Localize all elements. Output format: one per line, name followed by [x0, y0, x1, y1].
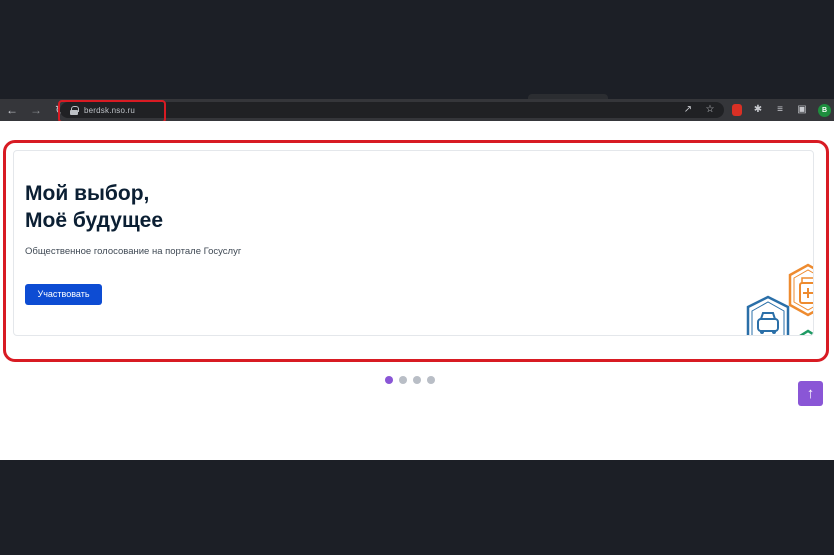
banner-highlight-box — [3, 140, 829, 362]
puzzle-icon[interactable]: ✱ — [752, 104, 764, 116]
share-icon[interactable]: ↗ — [682, 104, 694, 116]
extensions-area: ✱ ≡ ▣ B — [732, 102, 831, 118]
carousel-dot-2[interactable] — [399, 376, 407, 384]
star-icon[interactable]: ☆ — [704, 104, 716, 116]
screen: ← → ↻ berdsk.nso.ru ↗ ☆ ✱ ≡ ▣ B Мой выбо… — [0, 0, 834, 555]
forward-icon[interactable]: → — [28, 102, 44, 118]
back-icon[interactable]: ← — [4, 102, 20, 118]
sidebar-icon[interactable]: ▣ — [796, 104, 808, 116]
carousel-dot-4[interactable] — [427, 376, 435, 384]
url-highlight-box — [58, 100, 166, 123]
address-bar-actions: ↗ ☆ — [682, 104, 716, 116]
scroll-to-top-button[interactable]: ↑ — [798, 381, 823, 406]
carousel-dot-1[interactable] — [385, 376, 393, 384]
extension-icon[interactable] — [732, 104, 742, 116]
arrow-up-icon: ↑ — [806, 385, 815, 402]
avatar[interactable]: B — [818, 103, 831, 117]
carousel-pagination — [385, 376, 435, 384]
media-icon[interactable]: ≡ — [774, 104, 786, 116]
carousel-dot-3[interactable] — [413, 376, 421, 384]
